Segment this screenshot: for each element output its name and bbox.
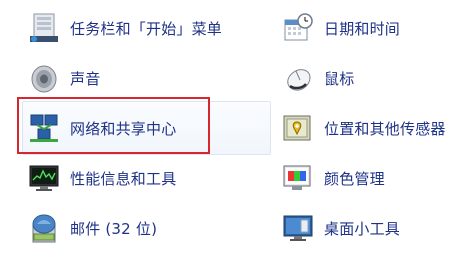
item-performance-info-tools[interactable]: 性能信息和工具 [28,158,176,198]
taskbar-start-menu-icon [28,12,60,44]
item-date-time[interactable]: 日期和时间 [282,8,400,48]
date-time-calendar-icon [282,12,314,44]
mouse-icon [282,62,314,94]
item-label: 性能信息和工具 [70,169,177,188]
item-label: 任务栏和「开始」菜单 [70,19,223,38]
speaker-sound-icon [28,62,60,94]
item-desktop-gadgets[interactable]: 桌面小工具 [282,208,400,248]
desktop-gadgets-icon [282,212,314,244]
item-label: 位置和其他传感器 [324,119,446,138]
location-sensors-icon [282,112,314,144]
control-panel-items: 任务栏和「开始」菜单 日期和时间 声音 鼠标 网络和共享中心 位置和其他传感器 … [0,0,469,277]
color-management-icon [282,162,314,194]
item-label: 网络和共享中心 [70,119,177,138]
item-taskbar-start-menu[interactable]: 任务栏和「开始」菜单 [28,8,222,48]
item-mouse[interactable]: 鼠标 [282,58,354,98]
item-label: 鼠标 [324,69,355,88]
item-mail-32bit[interactable]: 邮件 (32 位) [28,208,157,248]
item-label: 颜色管理 [324,169,385,188]
network-sharing-center-icon [28,112,60,144]
item-label: 邮件 (32 位) [70,219,158,238]
item-network-sharing-center[interactable]: 网络和共享中心 [28,108,176,148]
mail-icon [28,212,60,244]
item-label: 桌面小工具 [324,219,401,238]
item-label: 声音 [70,69,101,88]
item-location-sensors[interactable]: 位置和其他传感器 [282,108,446,148]
item-color-management[interactable]: 颜色管理 [282,158,385,198]
item-label: 日期和时间 [324,19,401,38]
item-sound[interactable]: 声音 [28,58,100,98]
performance-monitor-icon [28,162,60,194]
